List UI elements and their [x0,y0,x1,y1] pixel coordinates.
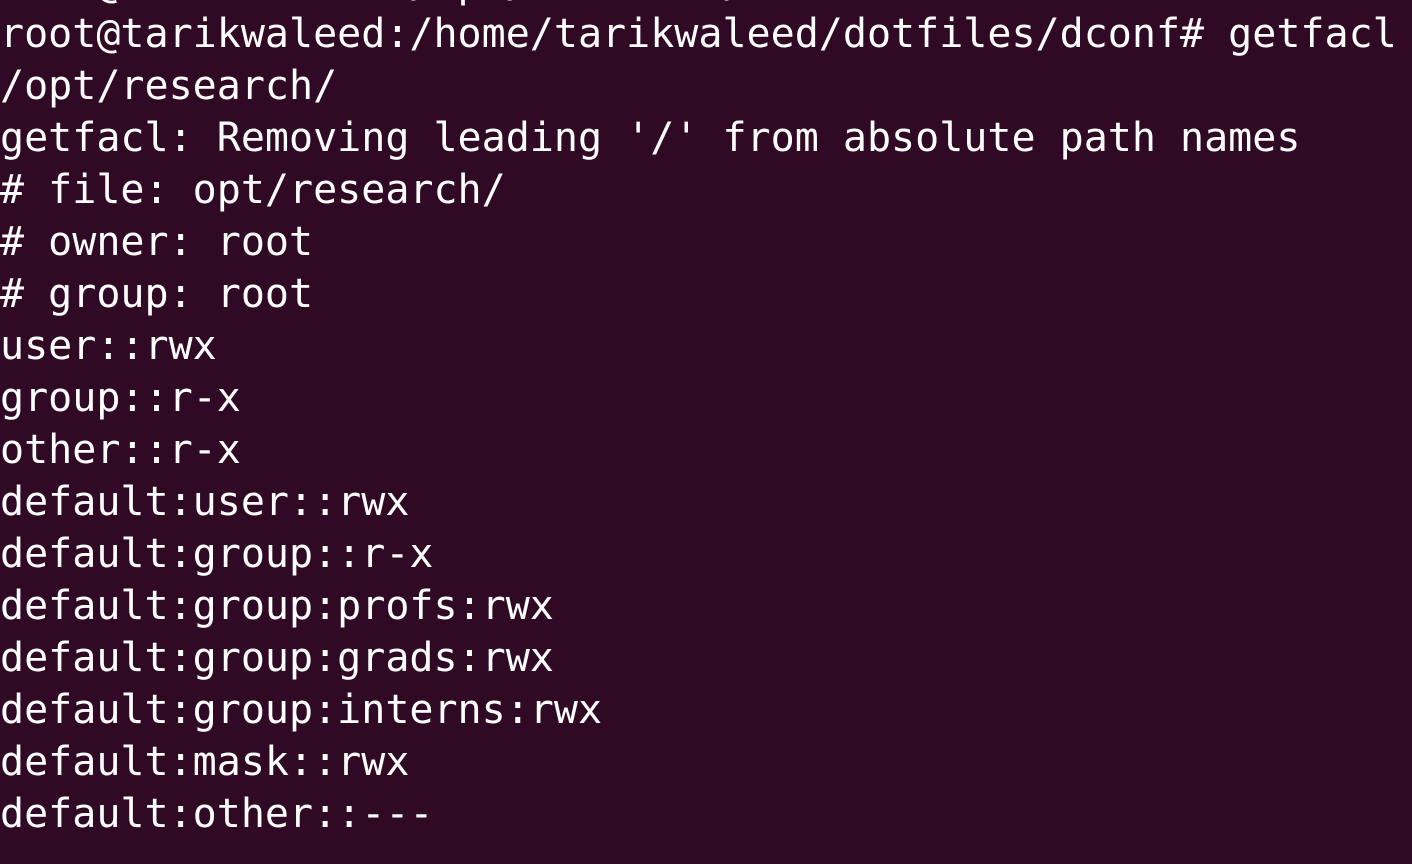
terminal-line: # owner: root [0,219,314,265]
terminal-line: default:group:grads:rwx [0,635,554,681]
terminal-line: # file: opt/research/ [0,167,506,213]
terminal-line: default:group::r-x [0,531,434,577]
terminal-line: default:group:interns:rwx [0,687,603,733]
terminal-line: getfacl: Removing leading '/' from absol… [0,115,1301,161]
terminal-line: default:user::rwx [0,479,410,525]
terminal-line: group::r-x [0,375,241,421]
terminal-line: user::rwx [0,323,217,369]
terminal-line: default:other::--- [0,791,434,837]
terminal-line: default:mask::rwx [0,739,410,785]
terminal-window[interactable]: root@tarikwaleed:/opt/research/ root@tar… [0,0,1412,864]
terminal-prompt-line: root@tarikwaleed:/home/tarikwaleed/dotfi… [0,11,1397,57]
terminal-line: /opt/research/ [0,63,338,109]
terminal-line: # group: root [0,271,314,317]
terminal-line: other::r-x [0,427,241,473]
terminal-line: default:group:profs:rwx [0,583,554,629]
